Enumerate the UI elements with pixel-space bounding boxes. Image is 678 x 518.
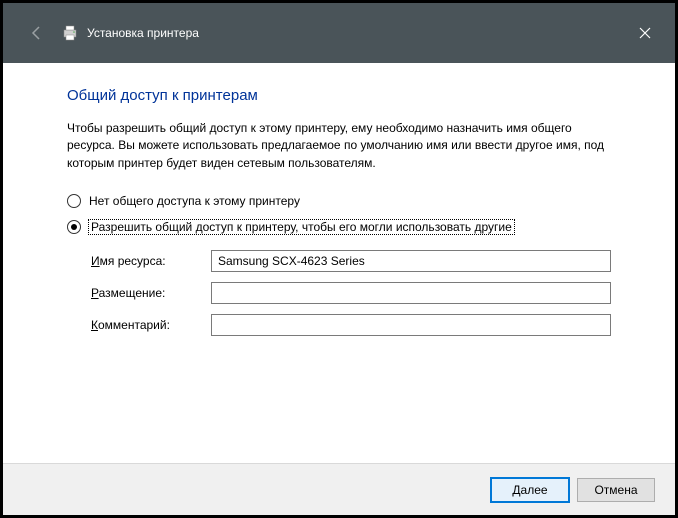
printer-icon	[61, 24, 79, 42]
location-input[interactable]	[211, 282, 611, 304]
next-button[interactable]: Далее	[491, 478, 569, 502]
page-heading: Общий доступ к принтерам	[67, 87, 611, 104]
close-button[interactable]	[629, 17, 661, 49]
back-button[interactable]	[21, 17, 53, 49]
radio-allow-sharing[interactable]: Разрешить общий доступ к принтеру, чтобы…	[67, 220, 611, 234]
resource-name-input[interactable]	[211, 250, 611, 272]
radio-no-sharing[interactable]: Нет общего доступа к этому принтеру	[67, 194, 611, 208]
comment-input[interactable]	[211, 314, 611, 336]
form-row-location: Размещение:	[91, 282, 611, 304]
comment-label: Комментарий:	[91, 318, 211, 332]
form-row-comment: Комментарий:	[91, 314, 611, 336]
cancel-button[interactable]: Отмена	[577, 478, 655, 502]
titlebar: Установка принтера	[3, 3, 675, 63]
resource-label: Имя ресурса:	[91, 254, 211, 268]
radio-icon	[67, 194, 81, 208]
location-label: Размещение:	[91, 286, 211, 300]
radio-no-sharing-label: Нет общего доступа к этому принтеру	[89, 194, 300, 208]
window-title: Установка принтера	[87, 26, 199, 40]
form-row-resource: Имя ресурса:	[91, 250, 611, 272]
footer: Далее Отмена	[3, 463, 675, 515]
radio-icon	[67, 220, 81, 234]
dialog-window: Установка принтера Общий доступ к принте…	[0, 0, 678, 518]
page-description: Чтобы разрешить общий доступ к этому при…	[67, 120, 611, 172]
content-area: Общий доступ к принтерам Чтобы разрешить…	[3, 63, 675, 463]
sharing-form: Имя ресурса: Размещение: Комментарий:	[91, 250, 611, 336]
radio-allow-sharing-label: Разрешить общий доступ к принтеру, чтобы…	[89, 220, 514, 234]
